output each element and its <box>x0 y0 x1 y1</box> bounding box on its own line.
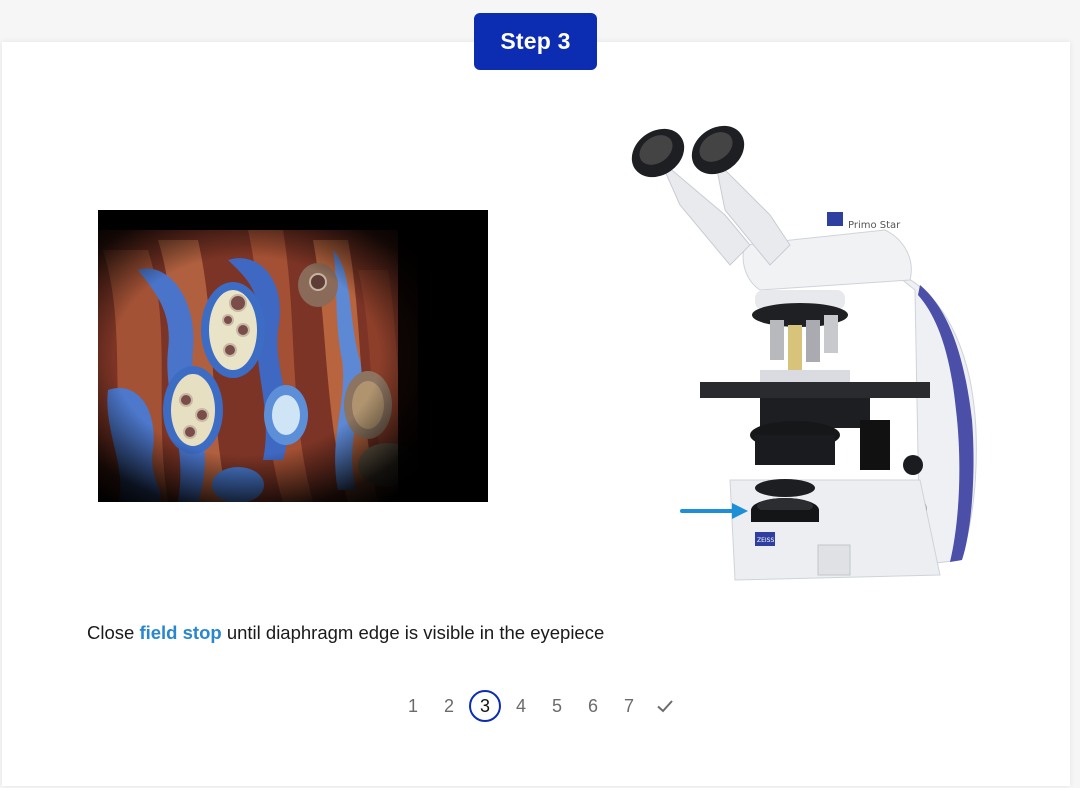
instruction-before: Close <box>87 622 140 643</box>
page-4-button[interactable]: 4 <box>503 688 539 724</box>
specimen-image <box>98 210 488 502</box>
page-2-button[interactable]: 2 <box>431 688 467 724</box>
page: Step 3 Primo Star ZEISS Close field stop… <box>0 0 1080 788</box>
brand-label: Primo Star <box>848 220 901 231</box>
page-6-button[interactable]: 6 <box>575 688 611 724</box>
microscope-image: Primo Star ZEISS <box>631 125 977 581</box>
logo-text: ZEISS <box>757 537 774 544</box>
instruction-highlight-field-stop: field stop <box>139 622 222 643</box>
step-pager: 1 2 3 4 5 6 7 <box>395 688 683 724</box>
checkmark-icon <box>657 700 673 713</box>
done-button[interactable] <box>647 688 683 724</box>
instruction-after: until diaphragm edge is visible in the e… <box>221 622 605 643</box>
step-badge: Step 3 <box>474 13 597 70</box>
page-7-button[interactable]: 7 <box>611 688 647 724</box>
page-3-button[interactable]: 3 <box>467 688 503 724</box>
page-1-button[interactable]: 1 <box>395 688 431 724</box>
instruction-text: Close field stop until diaphragm edge is… <box>87 622 604 644</box>
page-5-button[interactable]: 5 <box>539 688 575 724</box>
